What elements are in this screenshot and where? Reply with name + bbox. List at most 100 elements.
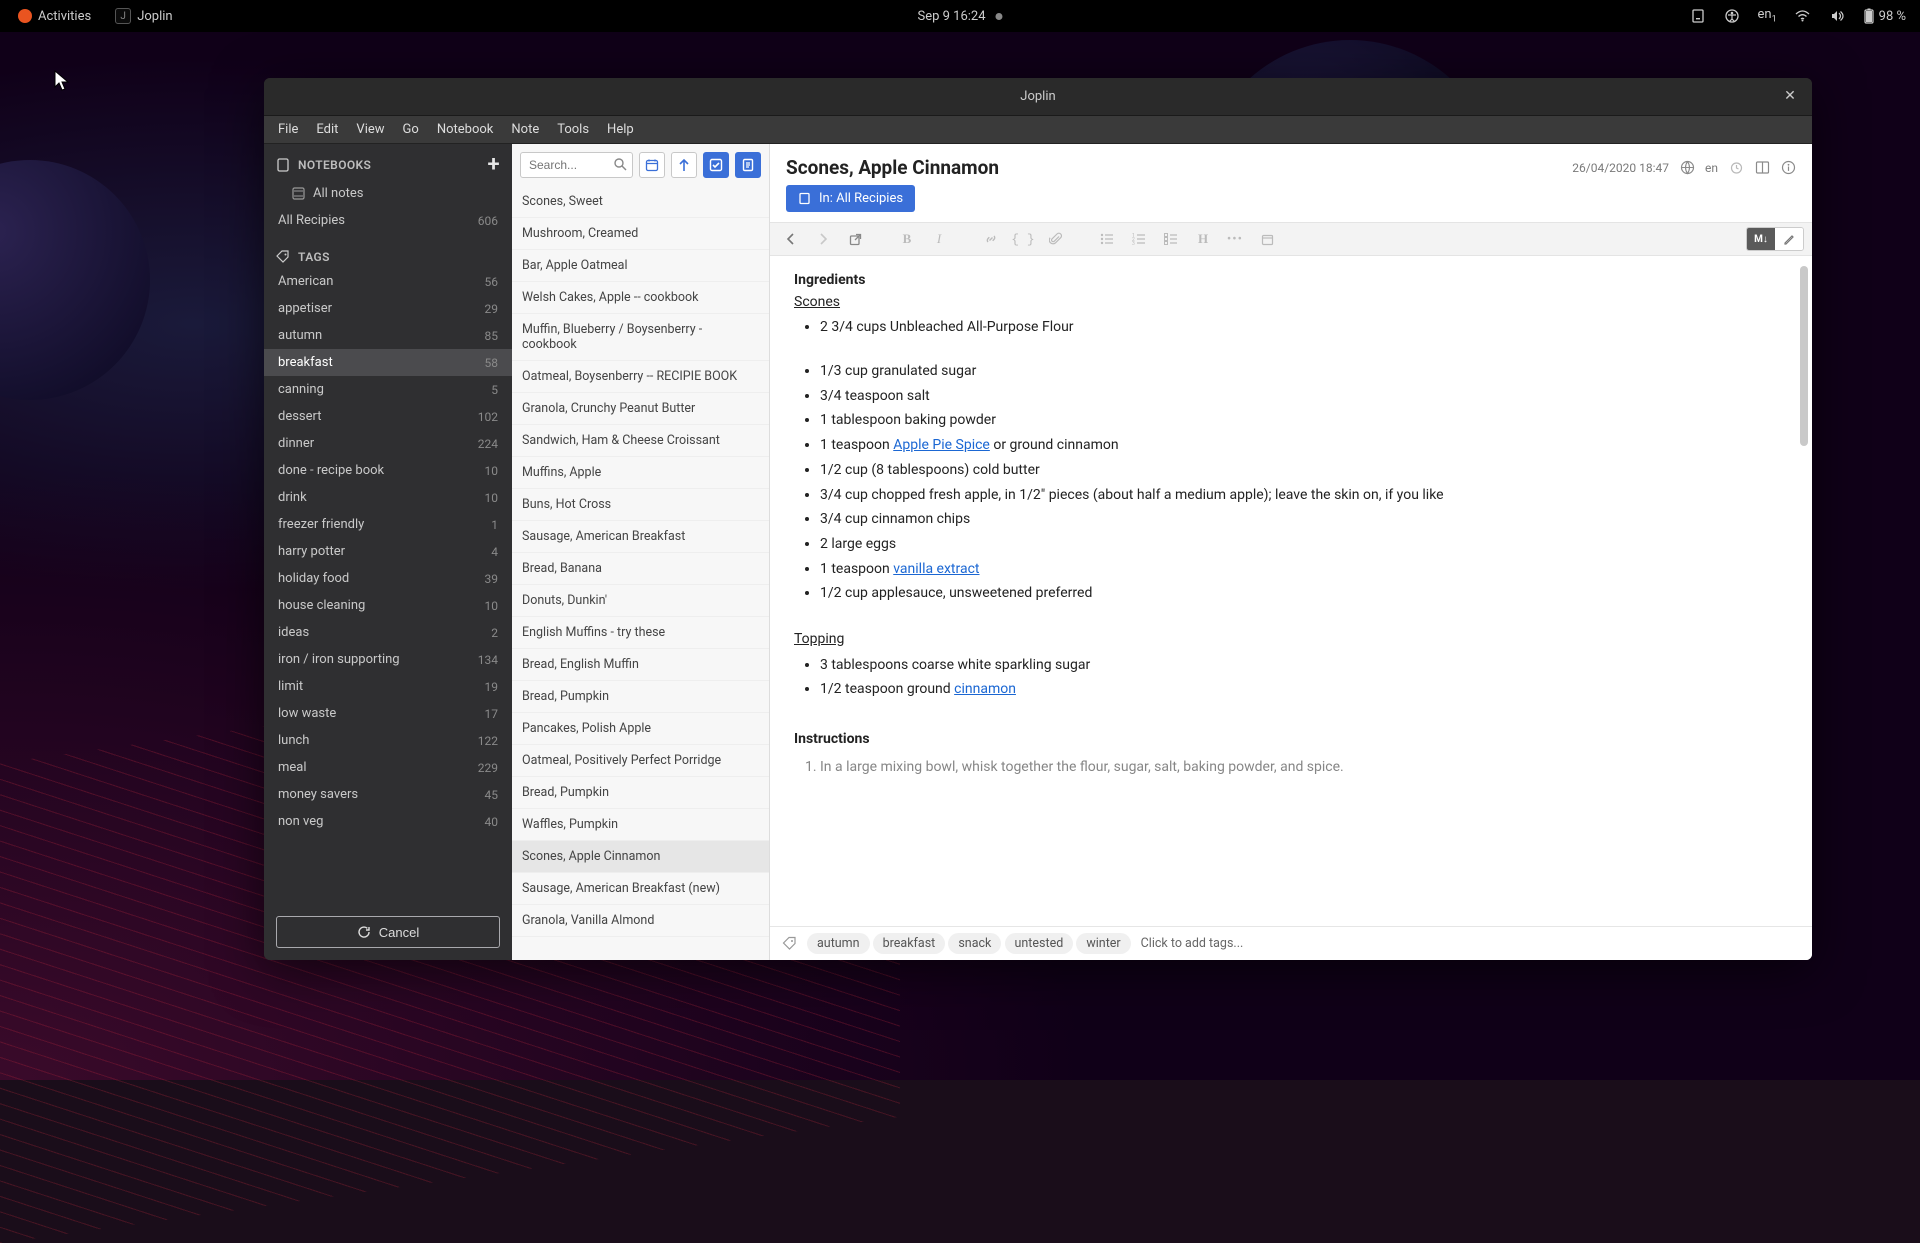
window-close-button[interactable]: ✕: [1780, 86, 1800, 106]
sidebar-tag-item[interactable]: house cleaning10: [264, 592, 512, 619]
set-alarm-button[interactable]: [1728, 160, 1744, 176]
sidebar-tag-item[interactable]: breakfast58: [264, 349, 512, 376]
note-title[interactable]: Scones, Apple Cinnamon: [786, 156, 999, 179]
sidebar-tag-item[interactable]: non veg40: [264, 808, 512, 835]
sidebar-notebook-all-recipies[interactable]: All Recipies 606: [264, 207, 512, 234]
checkbox-list-button[interactable]: [1158, 226, 1184, 252]
tags-list[interactable]: American56appetiser29autumn85breakfast58…: [264, 268, 512, 904]
editor-scrollbar[interactable]: [1800, 266, 1808, 446]
code-button[interactable]: { }: [1010, 226, 1036, 252]
content-link[interactable]: vanilla extract: [893, 561, 979, 577]
note-list-item[interactable]: Mushroom, Creamed: [512, 218, 769, 250]
sidebar-tag-item[interactable]: ideas2: [264, 619, 512, 646]
wifi-icon[interactable]: [1795, 8, 1811, 24]
activities-button[interactable]: Activities: [10, 5, 99, 28]
sidebar-tag-item[interactable]: money savers45: [264, 781, 512, 808]
sidebar-tag-item[interactable]: limit19: [264, 673, 512, 700]
nav-back-button[interactable]: [778, 226, 804, 252]
notebooks-header[interactable]: NOTEBOOKS +: [264, 144, 512, 180]
tray-indicator-icon[interactable]: [1690, 8, 1706, 24]
note-list-item[interactable]: Bread, Pumpkin: [512, 777, 769, 809]
heading-button[interactable]: H: [1190, 226, 1216, 252]
content-link[interactable]: Apple Pie Spice: [893, 437, 990, 453]
note-list-item[interactable]: Scones, Apple Cinnamon: [512, 841, 769, 873]
sidebar-tag-item[interactable]: autumn85: [264, 322, 512, 349]
accessibility-icon[interactable]: [1724, 8, 1740, 24]
note-tag-pill[interactable]: snack: [948, 933, 1001, 954]
note-list-item[interactable]: Oatmeal, Positively Perfect Porridge: [512, 745, 769, 777]
note-list-item[interactable]: Granola, Crunchy Peanut Butter: [512, 393, 769, 425]
sidebar-tag-item[interactable]: iron / iron supporting134: [264, 646, 512, 673]
note-list-item[interactable]: Bread, English Muffin: [512, 649, 769, 681]
sort-by-date-button[interactable]: [639, 152, 665, 178]
note-list-item[interactable]: Muffin, Blueberry / Boysenberry - cookbo…: [512, 314, 769, 361]
sidebar-tag-item[interactable]: low waste17: [264, 700, 512, 727]
note-list-item[interactable]: Sausage, American Breakfast: [512, 521, 769, 553]
menu-help[interactable]: Help: [599, 119, 642, 140]
note-list-item[interactable]: Welsh Cakes, Apple -- cookbook: [512, 282, 769, 314]
tags-header[interactable]: TAGS: [264, 240, 512, 268]
sidebar-tag-item[interactable]: meal229: [264, 754, 512, 781]
insert-date-button[interactable]: [1254, 226, 1280, 252]
content-link[interactable]: cinnamon: [954, 681, 1016, 697]
note-list-item[interactable]: Granola, Vanilla Almond: [512, 905, 769, 937]
sidebar-all-notes[interactable]: All notes: [264, 180, 512, 207]
sidebar-tag-item[interactable]: freezer friendly1: [264, 511, 512, 538]
menu-note[interactable]: Note: [503, 119, 547, 140]
sidebar-tag-item[interactable]: drink10: [264, 484, 512, 511]
note-list-item[interactable]: Bread, Pumpkin: [512, 681, 769, 713]
sidebar-tag-item[interactable]: canning5: [264, 376, 512, 403]
topbar-clock[interactable]: Sep 9 16:24: [917, 9, 1002, 24]
search-icon[interactable]: [613, 157, 627, 171]
sort-direction-button[interactable]: [671, 152, 697, 178]
add-notebook-button[interactable]: +: [488, 154, 501, 176]
note-list-item[interactable]: Bar, Apple Oatmeal: [512, 250, 769, 282]
note-properties-button[interactable]: [1780, 160, 1796, 176]
note-list-item[interactable]: Scones, Sweet: [512, 186, 769, 218]
volume-icon[interactable]: [1829, 8, 1845, 24]
editor-mode-toggle[interactable]: M↓: [1746, 227, 1804, 251]
in-notebook-button[interactable]: In: All Recipies: [786, 185, 915, 212]
note-list-item[interactable]: English Muffins - try these: [512, 617, 769, 649]
note-list-item[interactable]: Buns, Hot Cross: [512, 489, 769, 521]
sidebar-tag-item[interactable]: harry potter4: [264, 538, 512, 565]
spellcheck-language-button[interactable]: [1679, 160, 1695, 176]
note-tag-pill[interactable]: breakfast: [873, 933, 946, 954]
menu-file[interactable]: File: [270, 119, 306, 140]
sidebar-tag-item[interactable]: dessert102: [264, 403, 512, 430]
bold-button[interactable]: B: [894, 226, 920, 252]
sidebar-tag-item[interactable]: American56: [264, 268, 512, 295]
new-note-button[interactable]: [735, 152, 761, 178]
note-tag-pill[interactable]: winter: [1076, 933, 1130, 954]
sidebar-tag-item[interactable]: lunch122: [264, 727, 512, 754]
note-list-item[interactable]: Muffins, Apple: [512, 457, 769, 489]
note-body[interactable]: Ingredients Scones 2 3/4 cups Unbleached…: [770, 256, 1812, 926]
note-list-item[interactable]: Pancakes, Polish Apple: [512, 713, 769, 745]
note-list-item[interactable]: Donuts, Dunkin': [512, 585, 769, 617]
note-tag-pill[interactable]: untested: [1005, 933, 1074, 954]
hr-button[interactable]: •••: [1222, 226, 1248, 252]
note-list-item[interactable]: Bread, Banana: [512, 553, 769, 585]
sidebar-tag-item[interactable]: dinner224: [264, 430, 512, 457]
sidebar-tag-item[interactable]: appetiser29: [264, 295, 512, 322]
add-tag-button[interactable]: Click to add tags...: [1141, 936, 1244, 951]
nav-forward-button[interactable]: [810, 226, 836, 252]
toggle-layout-button[interactable]: [1754, 160, 1770, 176]
menu-notebook[interactable]: Notebook: [429, 119, 502, 140]
menu-view[interactable]: View: [348, 119, 392, 140]
attach-button[interactable]: [1042, 226, 1068, 252]
link-button[interactable]: [978, 226, 1004, 252]
external-edit-button[interactable]: [842, 226, 868, 252]
battery-indicator[interactable]: 98 %: [1863, 8, 1906, 24]
numbered-list-button[interactable]: 123: [1126, 226, 1152, 252]
italic-button[interactable]: I: [926, 226, 952, 252]
input-language-indicator[interactable]: en1: [1758, 7, 1777, 25]
cancel-button[interactable]: Cancel: [276, 916, 500, 948]
menu-tools[interactable]: Tools: [549, 119, 597, 140]
window-titlebar[interactable]: Joplin ✕: [264, 78, 1812, 116]
note-list-item[interactable]: Oatmeal, Boysenberry -- RECIPIE BOOK: [512, 361, 769, 393]
sidebar-tag-item[interactable]: done - recipe book10: [264, 457, 512, 484]
topbar-app-indicator[interactable]: J Joplin: [107, 4, 180, 28]
menu-edit[interactable]: Edit: [308, 119, 346, 140]
note-list[interactable]: Scones, SweetMushroom, CreamedBar, Apple…: [512, 186, 769, 960]
